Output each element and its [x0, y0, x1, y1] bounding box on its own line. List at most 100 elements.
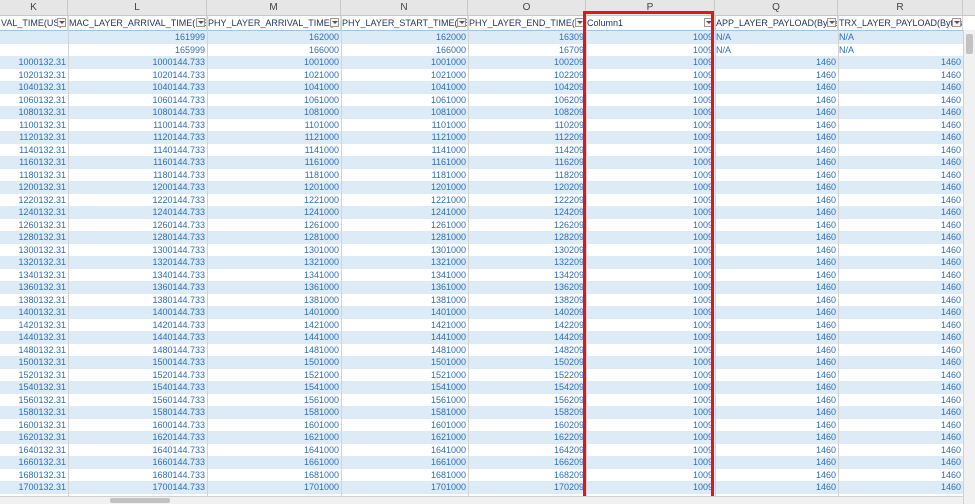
table-cell[interactable]: 1321000: [341, 256, 468, 269]
table-cell[interactable]: 1009: [586, 44, 715, 57]
table-cell[interactable]: 1501000: [341, 356, 468, 369]
table-cell[interactable]: 1009: [586, 381, 715, 394]
table-cell[interactable]: 1640144.733: [68, 444, 207, 457]
table-cell[interactable]: 1221000: [341, 194, 468, 207]
table-cell[interactable]: 114209: [468, 144, 586, 157]
table-cell[interactable]: 1300132.31: [0, 244, 68, 257]
vertical-scrollbar[interactable]: [963, 30, 975, 504]
table-cell[interactable]: 164209: [468, 444, 586, 457]
table-cell[interactable]: 1460: [715, 444, 838, 457]
table-cell[interactable]: 118209: [468, 169, 586, 182]
table-cell[interactable]: 1460: [715, 381, 838, 394]
table-cell[interactable]: 1141000: [207, 144, 341, 157]
table-cell[interactable]: 1041000: [341, 81, 468, 94]
table-cell[interactable]: 116209: [468, 156, 586, 169]
table-cell[interactable]: 1681000: [341, 469, 468, 482]
table-cell[interactable]: 102209: [468, 69, 586, 82]
table-cell[interactable]: 1460: [715, 481, 838, 494]
table-cell[interactable]: 1140132.31: [0, 144, 68, 157]
filter-dropdown-icon[interactable]: [575, 18, 584, 27]
table-cell[interactable]: 1009: [586, 81, 715, 94]
table-cell[interactable]: 106209: [468, 94, 586, 107]
table-cell[interactable]: 144209: [468, 331, 586, 344]
table-cell[interactable]: 1520132.31: [0, 369, 68, 382]
table-cell[interactable]: 1460: [838, 394, 963, 407]
table-cell[interactable]: 1560144.733: [68, 394, 207, 407]
table-cell[interactable]: 1009: [586, 156, 715, 169]
table-cell[interactable]: 1680144.733: [68, 469, 207, 482]
table-cell[interactable]: 1061000: [341, 94, 468, 107]
table-cell[interactable]: 1460: [838, 69, 963, 82]
table-cell[interactable]: 1320132.31: [0, 256, 68, 269]
table-cell[interactable]: 1460: [715, 344, 838, 357]
table-cell[interactable]: 1701000: [341, 481, 468, 494]
table-cell[interactable]: 1460: [838, 269, 963, 282]
table-cell[interactable]: 1460: [715, 119, 838, 132]
table-cell[interactable]: 1460: [715, 331, 838, 344]
table-cell[interactable]: 1460: [715, 256, 838, 269]
table-cell[interactable]: 1241000: [341, 206, 468, 219]
table-cell[interactable]: 1101000: [207, 119, 341, 132]
table-cell[interactable]: 1300144.733: [68, 244, 207, 257]
table-cell[interactable]: 1201000: [207, 181, 341, 194]
table-cell[interactable]: 1009: [586, 406, 715, 419]
table-cell[interactable]: 1660144.733: [68, 456, 207, 469]
column-letter-r[interactable]: R: [838, 0, 963, 15]
table-cell[interactable]: 1580132.31: [0, 406, 68, 419]
table-cell[interactable]: 1460: [838, 131, 963, 144]
table-cell[interactable]: 1181000: [207, 169, 341, 182]
table-cell[interactable]: 126209: [468, 219, 586, 232]
table-cell[interactable]: 134209: [468, 269, 586, 282]
table-cell[interactable]: 1360144.733: [68, 281, 207, 294]
table-cell[interactable]: 162000: [341, 31, 468, 44]
table-cell[interactable]: 1401000: [207, 306, 341, 319]
table-cell[interactable]: 100209: [468, 56, 586, 69]
table-cell[interactable]: 1220144.733: [68, 194, 207, 207]
table-cell[interactable]: 1460: [838, 369, 963, 382]
table-cell[interactable]: 1009: [586, 206, 715, 219]
table-cell[interactable]: 1140144.733: [68, 144, 207, 157]
table-header-cell[interactable]: PHY_LAYER_END_TIME(US): [468, 16, 586, 30]
table-cell[interactable]: 1460: [838, 381, 963, 394]
table-cell[interactable]: 1460: [838, 306, 963, 319]
table-cell[interactable]: 1009: [586, 394, 715, 407]
table-cell[interactable]: 152209: [468, 369, 586, 382]
table-cell[interactable]: 132209: [468, 256, 586, 269]
table-cell[interactable]: 1460: [838, 156, 963, 169]
table-cell[interactable]: 1009: [586, 69, 715, 82]
table-cell[interactable]: 1009: [586, 306, 715, 319]
table-cell[interactable]: 1021000: [341, 69, 468, 82]
table-cell[interactable]: 1001000: [207, 56, 341, 69]
table-cell[interactable]: 1009: [586, 169, 715, 182]
table-cell[interactable]: 1440132.31: [0, 331, 68, 344]
table-cell[interactable]: 1601000: [207, 419, 341, 432]
table-cell[interactable]: 1460: [838, 56, 963, 69]
table-cell[interactable]: 1001000: [341, 56, 468, 69]
table-cell[interactable]: 1460: [715, 281, 838, 294]
table-cell[interactable]: 1521000: [207, 369, 341, 382]
table-cell[interactable]: 1460: [715, 231, 838, 244]
table-cell[interactable]: 1420132.31: [0, 319, 68, 332]
filter-dropdown-icon[interactable]: [330, 18, 339, 27]
table-cell[interactable]: 1221000: [207, 194, 341, 207]
table-cell[interactable]: 1460: [715, 106, 838, 119]
table-header-cell[interactable]: PHY_LAYER_ARRIVAL_TIME(US): [207, 16, 341, 30]
table-cell[interactable]: 1400132.31: [0, 306, 68, 319]
table-cell[interactable]: 1061000: [207, 94, 341, 107]
table-cell[interactable]: 1560132.31: [0, 394, 68, 407]
table-cell[interactable]: 1280144.733: [68, 231, 207, 244]
table-cell[interactable]: 1561000: [207, 394, 341, 407]
table-cell[interactable]: 1020144.733: [68, 69, 207, 82]
table-cell[interactable]: 1100132.31: [0, 119, 68, 132]
table-cell[interactable]: 170209: [468, 481, 586, 494]
table-cell[interactable]: 1460: [715, 356, 838, 369]
table-cell[interactable]: 156209: [468, 394, 586, 407]
table-cell[interactable]: 1600144.733: [68, 419, 207, 432]
table-cell[interactable]: 1460: [715, 431, 838, 444]
table-cell[interactable]: 1460: [715, 81, 838, 94]
table-cell[interactable]: 1441000: [207, 331, 341, 344]
table-cell[interactable]: 1500132.31: [0, 356, 68, 369]
table-cell[interactable]: 1240132.31: [0, 206, 68, 219]
table-cell[interactable]: 1460: [715, 169, 838, 182]
table-cell[interactable]: 1009: [586, 31, 715, 44]
